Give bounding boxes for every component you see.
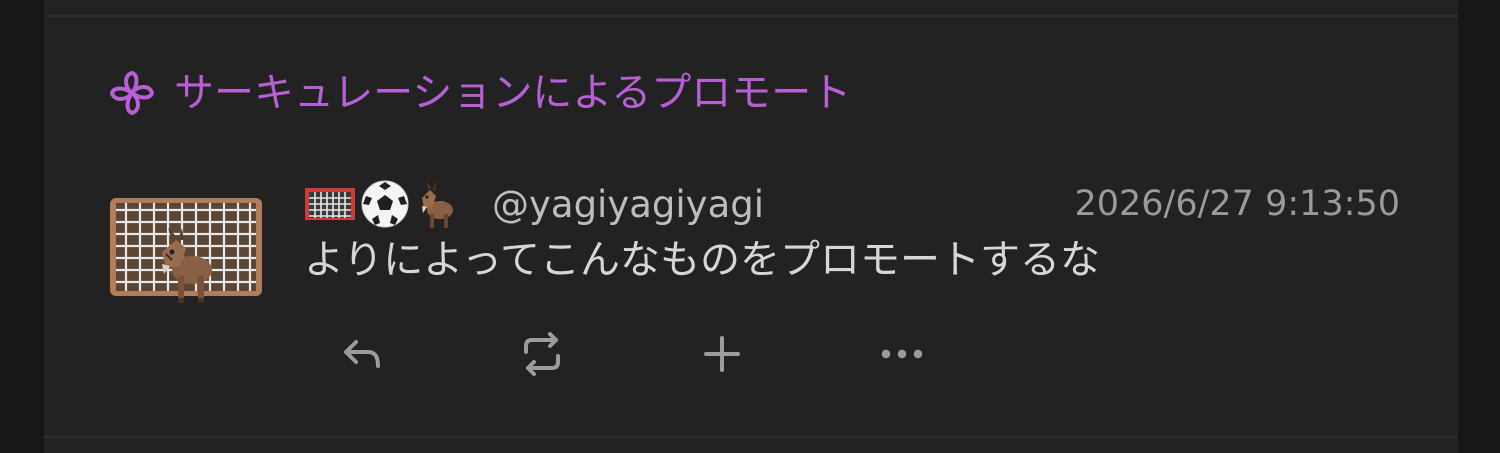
note-card[interactable]: サーキュレーションによるプロモート @yagiyagiyagi 2026/6/2… bbox=[44, 0, 1458, 453]
promotion-label: サーキュレーションによるプロモート bbox=[174, 70, 852, 116]
note-timestamp[interactable]: 2026/6/27 9:13:50 bbox=[1074, 184, 1400, 224]
display-name[interactable] bbox=[304, 176, 460, 232]
timeline-page: サーキュレーションによるプロモート @yagiyagiyagi 2026/6/2… bbox=[0, 0, 1500, 453]
promotion-header: サーキュレーションによるプロモート bbox=[106, 66, 851, 120]
note-header: @yagiyagiyagi 2026/6/27 9:13:50 bbox=[304, 176, 1400, 232]
note-text: よりによってこんなものをプロモートするな bbox=[304, 237, 1100, 283]
divider bbox=[44, 15, 1458, 17]
reply-icon bbox=[344, 340, 380, 368]
more-icon bbox=[881, 349, 923, 359]
goal-net-icon bbox=[305, 188, 355, 220]
renote-button[interactable] bbox=[514, 326, 570, 382]
user-handle[interactable]: @yagiyagiyagi bbox=[492, 183, 764, 226]
renote-icon bbox=[524, 332, 560, 376]
goat-icon bbox=[422, 181, 453, 228]
divider bbox=[44, 436, 1458, 438]
soccer-ball-icon bbox=[361, 180, 409, 228]
react-button[interactable] bbox=[694, 326, 750, 382]
more-button[interactable] bbox=[874, 326, 930, 382]
pinwheel-icon bbox=[110, 71, 154, 115]
note-actions bbox=[334, 326, 1054, 382]
react-plus-icon bbox=[704, 336, 740, 372]
avatar[interactable] bbox=[106, 190, 266, 310]
reply-button[interactable] bbox=[334, 326, 390, 382]
